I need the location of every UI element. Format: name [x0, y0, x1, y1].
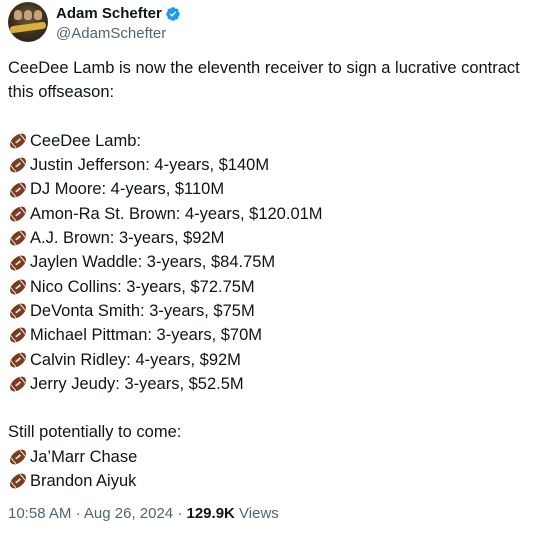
- meta-separator: ·: [75, 505, 81, 522]
- tweet: Adam Schefter @AdamSchefter CeeDee Lamb …: [0, 0, 554, 534]
- football-icon: [10, 133, 26, 149]
- contract-item: Amon-Ra St. Brown: 4-years, $120.01M: [8, 202, 548, 226]
- contract-item: Nico Collins: 3-years, $72.75M: [8, 275, 548, 299]
- tweet-date[interactable]: Aug 26, 2024: [84, 505, 173, 522]
- tweet-header: Adam Schefter @AdamSchefter: [8, 2, 181, 46]
- football-icon: [10, 449, 26, 465]
- pending-item: Brandon Aiyuk: [8, 469, 548, 493]
- views-label: Views: [239, 505, 279, 522]
- contract-item-text: Jerry Jeudy: 3-years, $52.5M: [30, 374, 244, 393]
- football-icon: [10, 303, 26, 319]
- football-icon: [10, 230, 26, 246]
- contract-item: Jaylen Waddle: 3-years, $84.75M: [8, 250, 548, 274]
- football-icon: [10, 328, 26, 343]
- football-icon: [10, 352, 26, 368]
- verified-badge-icon: [166, 7, 180, 21]
- contract-item-text: CeeDee Lamb:: [30, 131, 141, 150]
- football-icon: [10, 182, 26, 197]
- contract-item-text: Nico Collins: 3-years, $72.75M: [30, 277, 255, 296]
- pending-item-text: Brandon Aiyuk: [30, 472, 137, 491]
- football-icon: [10, 158, 26, 173]
- contract-item: Justin Jefferson: 4-years, $140M: [8, 153, 548, 177]
- views-count: 129.9K: [186, 505, 235, 522]
- contract-item: Calvin Ridley: 4-years, $92M: [8, 348, 548, 372]
- pending-heading: Still potentially to come:: [8, 423, 182, 442]
- avatar[interactable]: [8, 2, 48, 42]
- contract-item-text: Amon-Ra St. Brown: 4-years, $120.01M: [30, 204, 323, 223]
- contract-item: A.J. Brown: 3-years, $92M: [8, 226, 548, 250]
- contract-item-text: DJ Moore: 4-years, $110M: [30, 180, 225, 199]
- football-icon: [10, 473, 26, 489]
- football-icon: [10, 376, 26, 392]
- pending-item-text: Ja’Marr Chase: [30, 447, 138, 466]
- tweet-meta: 10:58 AM · Aug 26, 2024 · 129.9K Views: [8, 505, 279, 522]
- football-icon: [10, 206, 26, 222]
- contract-item-text: Justin Jefferson: 4-years, $140M: [30, 156, 270, 175]
- contract-item-text: Calvin Ridley: 4-years, $92M: [30, 350, 241, 369]
- display-name[interactable]: Adam Schefter: [56, 4, 162, 24]
- football-icon: [10, 279, 26, 295]
- author-names: Adam Schefter @AdamSchefter: [56, 4, 181, 44]
- contract-item: CeeDee Lamb:: [8, 129, 548, 153]
- contract-item: DeVonta Smith: 3-years, $75M: [8, 299, 548, 323]
- pending-list: Ja’Marr Chase Brandon Aiyuk: [8, 445, 548, 494]
- author-handle[interactable]: @AdamSchefter: [56, 24, 181, 44]
- football-icon: [10, 255, 26, 270]
- contract-item: Jerry Jeudy: 3-years, $52.5M: [8, 372, 548, 396]
- tweet-time[interactable]: 10:58 AM: [8, 505, 71, 522]
- contract-item: DJ Moore: 4-years, $110M: [8, 177, 548, 201]
- tweet-text: CeeDee Lamb is now the eleventh receiver…: [8, 56, 548, 493]
- contract-item-text: A.J. Brown: 3-years, $92M: [30, 229, 225, 248]
- meta-separator: ·: [177, 505, 183, 522]
- contracts-list: CeeDee Lamb: Justin Jefferson: 4-years, $…: [8, 129, 548, 396]
- contract-item-text: Michael Pittman: 3-years, $70M: [30, 326, 263, 345]
- tweet-intro: CeeDee Lamb is now the eleventh receiver…: [8, 59, 520, 102]
- contract-item: Michael Pittman: 3-years, $70M: [8, 323, 548, 347]
- pending-item: Ja’Marr Chase: [8, 445, 548, 469]
- contract-item-text: DeVonta Smith: 3-years, $75M: [30, 301, 255, 320]
- contract-item-text: Jaylen Waddle: 3-years, $84.75M: [30, 253, 276, 272]
